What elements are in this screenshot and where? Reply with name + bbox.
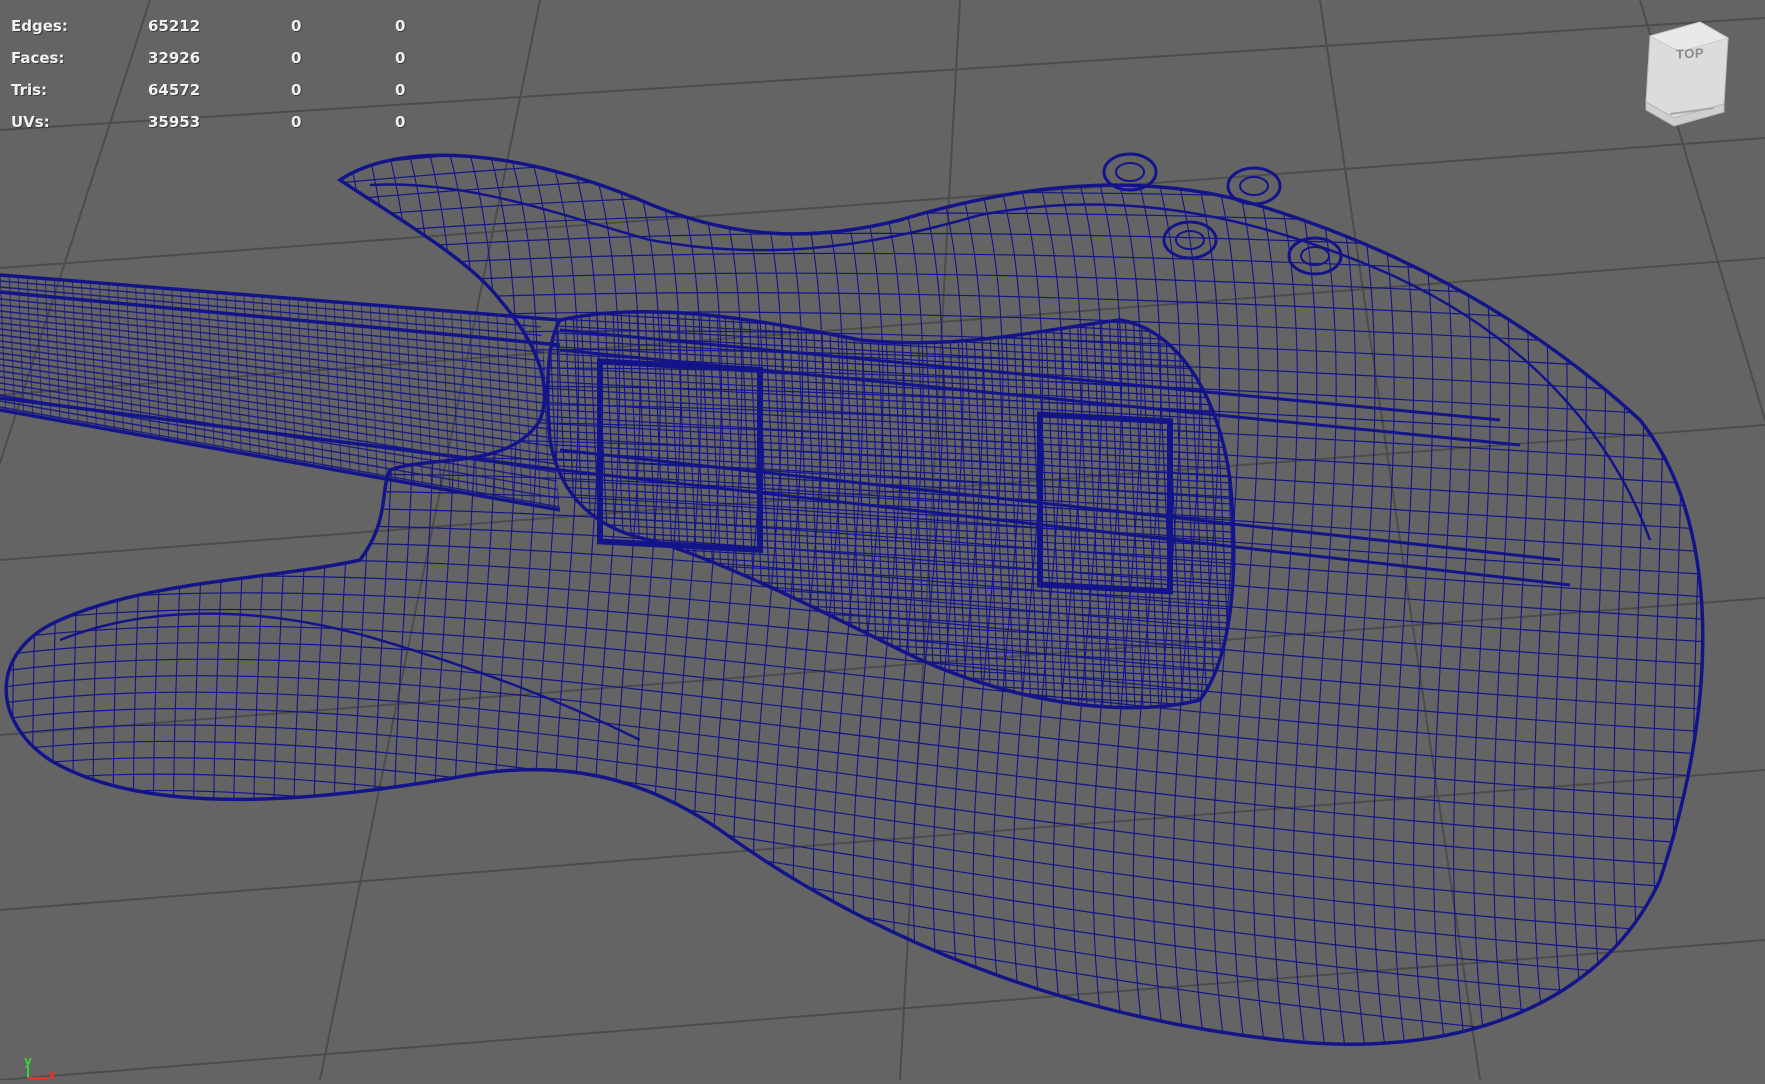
hud-selected: 0 (291, 113, 302, 131)
view-cube-graphic (1645, 21, 1730, 127)
hud-label: Tris: (11, 81, 48, 99)
view-cube-icon[interactable]: TOP (1640, 18, 1734, 130)
hud-component: 0 (395, 81, 406, 99)
hud-label: UVs: (11, 113, 50, 131)
hud-selected: 0 (291, 17, 302, 35)
hud-selected: 0 (291, 49, 302, 67)
hud-total: 32926 (148, 49, 201, 67)
axis-y-label: y (24, 1054, 32, 1068)
hud-row-tris: Tris: 64572 0 0 (0, 81, 420, 101)
hud-total: 64572 (148, 81, 201, 99)
view-cube-face-label: TOP (1676, 45, 1704, 62)
hud-total: 65212 (148, 17, 201, 35)
viewport-3d[interactable]: Edges: 65212 0 0 Faces: 32926 0 0 Tris: … (0, 0, 1765, 1082)
hud-total: 35953 (148, 113, 201, 131)
hud-component: 0 (395, 17, 406, 35)
wireframe-scene[interactable] (0, 0, 1765, 1080)
hud-row-edges: Edges: 65212 0 0 (0, 17, 420, 37)
poly-count-hud: Edges: 65212 0 0 Faces: 32926 0 0 Tris: … (0, 0, 420, 140)
hud-component: 0 (395, 49, 406, 67)
hud-component: 0 (395, 113, 406, 131)
hud-row-faces: Faces: 32926 0 0 (0, 49, 420, 69)
axis-gizmo: y x (18, 1048, 68, 1082)
hud-label: Edges: (11, 17, 68, 35)
guitar-neck-wireframe (0, 273, 561, 512)
hud-selected: 0 (291, 81, 302, 99)
hud-label: Faces: (11, 49, 65, 67)
hud-row-uvs: UVs: 35953 0 0 (0, 113, 420, 133)
